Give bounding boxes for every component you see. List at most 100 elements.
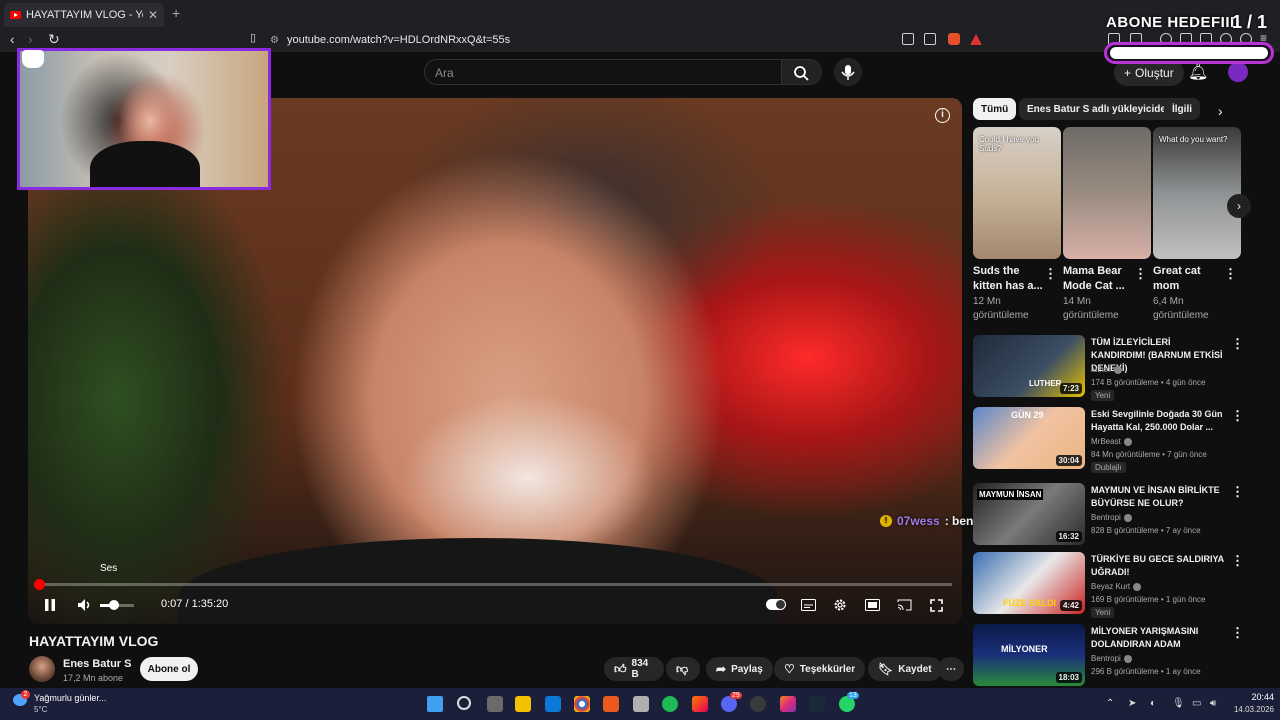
channel-name[interactable]: Bentropi xyxy=(1091,513,1132,522)
gear-icon xyxy=(834,599,846,611)
account-avatar[interactable] xyxy=(1228,62,1248,82)
channel-name[interactable]: Beyaz Kurt xyxy=(1091,582,1142,591)
photos-icon[interactable] xyxy=(692,696,708,712)
cast-button[interactable] xyxy=(896,596,912,614)
short-title[interactable]: Suds the kitten has a... xyxy=(973,264,1043,294)
telegram-icon[interactable]: ➤ xyxy=(1128,698,1136,709)
shorts-next-button[interactable]: › xyxy=(1227,194,1251,218)
forward-icon[interactable]: › xyxy=(28,31,33,47)
channel-name[interactable]: Bentropi xyxy=(1091,654,1132,663)
video-thumbnail[interactable]: MAYMUN İNSAN 16:32 xyxy=(973,483,1085,545)
video-title[interactable]: TÜRKİYE BU GECE SALDIRIYA UĞRADI! xyxy=(1091,553,1225,579)
video-menu-icon[interactable]: ⋮ xyxy=(1231,408,1244,424)
file-explorer-icon[interactable] xyxy=(515,696,531,712)
short-thumbnail[interactable] xyxy=(1063,127,1151,259)
cast-icon xyxy=(897,599,911,611)
chip-related[interactable]: İlgili xyxy=(1164,98,1200,120)
task-view-icon[interactable] xyxy=(487,696,503,712)
chip-all[interactable]: Tümü xyxy=(973,98,1017,120)
app-icon[interactable] xyxy=(633,696,649,712)
more-actions-button[interactable]: ⋯ xyxy=(938,657,964,681)
short-caption: Could I have you Suds? xyxy=(979,135,1040,153)
clock-date[interactable]: 14.03.2026 xyxy=(1220,705,1274,714)
steam-icon[interactable] xyxy=(809,696,825,712)
temperature: 5°C xyxy=(34,705,48,714)
short-menu-icon[interactable]: ⋮ xyxy=(1134,266,1147,282)
fullscreen-button[interactable] xyxy=(928,596,944,614)
search-input[interactable]: Ara xyxy=(424,59,782,85)
tray-chevron-icon[interactable]: ⌃ xyxy=(1106,698,1114,709)
video-menu-icon[interactable]: ⋮ xyxy=(1231,625,1244,641)
save-button[interactable]: 🔖︎ Kaydet xyxy=(868,657,942,681)
like-count: 834 B xyxy=(631,658,649,680)
reload-icon[interactable]: ↻ xyxy=(48,31,60,48)
volume-knob[interactable] xyxy=(108,600,119,610)
mute-button[interactable] xyxy=(76,596,92,614)
address-bar[interactable]: ⚙ youtube.com/watch?v=HDLOrdNRxxQ&t=55s xyxy=(270,31,990,49)
network-icon[interactable]: ▭ xyxy=(1192,698,1201,709)
spotify-icon[interactable] xyxy=(662,696,678,712)
obs-icon[interactable] xyxy=(750,696,766,712)
short-menu-icon[interactable]: ⋮ xyxy=(1224,266,1237,282)
chip-uploader[interactable]: Enes Batur S adlı yükleyiciden xyxy=(1019,98,1181,120)
video-menu-icon[interactable]: ⋮ xyxy=(1231,484,1244,500)
pause-button[interactable] xyxy=(42,596,58,614)
short-thumbnail[interactable]: Could I have you Suds? xyxy=(973,127,1061,259)
tray-app-icon[interactable]: ◐ xyxy=(1150,698,1156,709)
back-icon[interactable]: ‹ xyxy=(10,31,15,47)
bookmark-icon[interactable]: ▯ xyxy=(250,31,256,44)
settings-button[interactable] xyxy=(832,596,848,614)
short-title[interactable]: Great cat mom xyxy=(1153,264,1223,294)
mail-icon[interactable] xyxy=(545,696,561,712)
video-title[interactable]: MİLYONER YARIŞMASINI DOLANDIRAN ADAM xyxy=(1091,625,1225,651)
channel-name[interactable]: MrBeast xyxy=(1091,437,1132,446)
chevron-right-icon[interactable]: › xyxy=(1218,103,1223,119)
video-thumbnail[interactable]: GÜN 29 30:04 xyxy=(973,407,1085,469)
video-thumbnail[interactable]: LUTHER 7:23 xyxy=(973,335,1085,397)
subscribe-button[interactable]: Abone ol xyxy=(140,657,198,681)
video-title[interactable]: MAYMUN VE İNSAN BİRLİKTE BÜYÜRSE NE OLUR… xyxy=(1091,484,1225,510)
channel-name[interactable]: luther xyxy=(1091,365,1123,374)
microphone-icon[interactable]: 🎙︎ xyxy=(1172,698,1185,709)
share-icon[interactable] xyxy=(924,33,936,45)
notifications-icon[interactable]: 🔔︎ xyxy=(1188,62,1208,82)
short-title[interactable]: Mama Bear Mode Cat ... xyxy=(1063,264,1133,294)
search-icon[interactable] xyxy=(457,696,471,710)
windows-start-icon[interactable] xyxy=(427,696,443,712)
brave-shield-icon[interactable] xyxy=(948,33,960,45)
channel-avatar[interactable] xyxy=(29,656,55,682)
video-title[interactable]: Eski Sevgilinle Doğada 30 Gün Hayatta Ka… xyxy=(1091,408,1225,434)
new-tab-icon[interactable]: + xyxy=(172,5,180,21)
chrome-icon[interactable] xyxy=(574,696,590,712)
voice-search-button[interactable] xyxy=(834,58,862,86)
weather-text[interactable]: Yağmurlu günler... xyxy=(34,693,106,703)
brave-icon[interactable] xyxy=(603,696,619,712)
like-button[interactable]: 👍︎ 834 B xyxy=(604,657,664,681)
thanks-button[interactable]: ♡ Teşekkürler xyxy=(774,657,866,681)
theater-mode-button[interactable] xyxy=(864,596,880,614)
chat-badge-icon: ! xyxy=(880,515,892,527)
search-button[interactable] xyxy=(782,59,822,85)
short-thumbnail[interactable]: What do you want? xyxy=(1153,127,1241,259)
brave-rewards-icon[interactable] xyxy=(970,34,982,45)
short-menu-icon[interactable]: ⋮ xyxy=(1044,266,1057,282)
info-icon[interactable]: i xyxy=(935,108,950,123)
dislike-button[interactable]: 👎︎ xyxy=(666,657,700,681)
video-menu-icon[interactable]: ⋮ xyxy=(1231,336,1244,352)
video-thumbnail[interactable]: FÜZE SALDI 4:42 xyxy=(973,552,1085,614)
volume-slider[interactable] xyxy=(100,600,134,610)
cast-icon[interactable] xyxy=(902,33,914,45)
tab-close-icon[interactable]: ✕ xyxy=(148,8,158,22)
video-menu-icon[interactable]: ⋮ xyxy=(1231,553,1244,569)
channel-name[interactable]: Enes Batur S xyxy=(63,658,131,670)
clock-time[interactable]: 20:44 xyxy=(1230,692,1274,702)
video-thumbnail[interactable]: MİLYONER 18:03 xyxy=(973,624,1085,686)
site-info-icon[interactable]: ⚙ xyxy=(270,35,279,46)
share-button[interactable]: ➦ Paylaş xyxy=(706,657,773,681)
instagram-icon[interactable] xyxy=(780,696,796,712)
browser-tab[interactable]: HAYATTAYIM VLOG - YouTube ✕ xyxy=(4,3,164,27)
subtitles-button[interactable] xyxy=(800,596,816,614)
progress-bar[interactable] xyxy=(34,579,952,590)
speaker-icon[interactable]: 🔊︎ xyxy=(1210,698,1216,709)
autoplay-toggle[interactable] xyxy=(766,599,786,610)
